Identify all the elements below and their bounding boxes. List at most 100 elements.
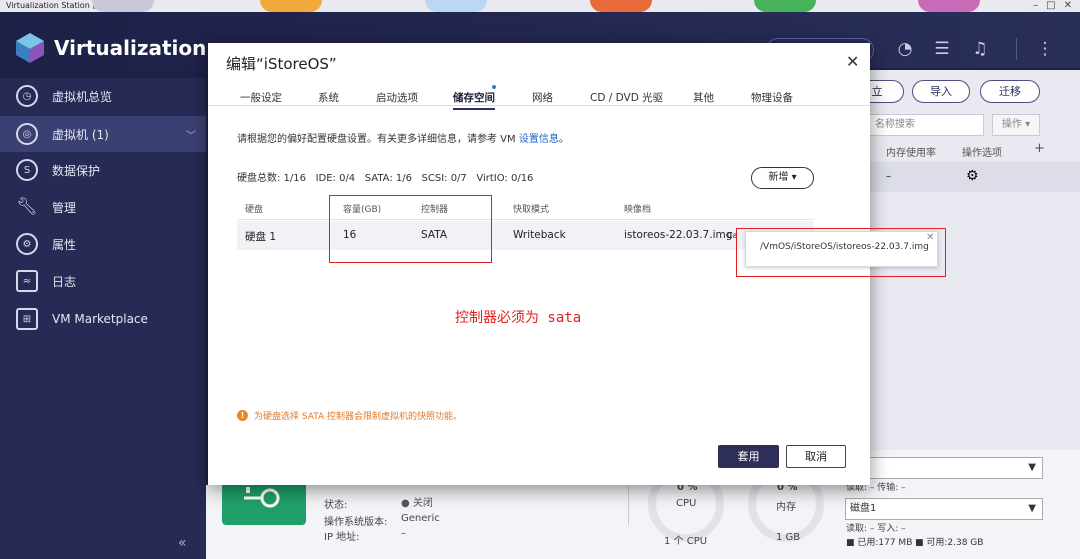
ip-value: – bbox=[401, 528, 406, 539]
dropdown-arrow-icon: ▼ bbox=[1028, 503, 1036, 514]
vm-thumbnail[interactable] bbox=[222, 479, 306, 525]
tab-system[interactable]: 系统 bbox=[318, 90, 339, 105]
disk-select[interactable]: 磁盘1 ▼ bbox=[845, 498, 1043, 520]
desktop-app-icon bbox=[425, 0, 487, 12]
cancel-button[interactable]: 取消 bbox=[786, 445, 846, 468]
sidebar-item-protection[interactable]: S 数据保护 bbox=[0, 152, 206, 188]
controller-highlight-box bbox=[329, 195, 492, 263]
import-button[interactable]: 导入 bbox=[912, 80, 970, 103]
log-icon: ≈ bbox=[16, 270, 38, 292]
sidebar-item-label: 数据保护 bbox=[52, 163, 101, 178]
sidebar-item-logs[interactable]: ≈ 日志 bbox=[0, 263, 206, 299]
desktop-app-icon bbox=[92, 0, 154, 12]
total-disk-count: 硬盘总数: 1/16 bbox=[237, 173, 307, 184]
table-divider bbox=[237, 219, 814, 220]
status-value: ● 关闭 bbox=[401, 498, 433, 509]
os-version-value: Generic bbox=[401, 513, 440, 524]
stack-icon[interactable]: ☰ bbox=[931, 38, 953, 60]
intro-end: 。 bbox=[558, 134, 569, 145]
disk-image: istoreos-22.03.7.img bbox=[624, 229, 733, 241]
sidebar-item-overview[interactable]: ◷ 虚拟机总览 bbox=[0, 78, 206, 114]
memory-gauge-label: 内存 bbox=[776, 502, 796, 513]
operation-dropdown[interactable]: 操作 ▾ bbox=[992, 114, 1040, 136]
vm-screen-icon bbox=[244, 487, 280, 508]
bell-icon[interactable]: ♫ bbox=[969, 38, 991, 60]
desktop-app-icon bbox=[754, 0, 816, 12]
memory-size: 1 GB bbox=[776, 532, 801, 543]
network-select[interactable]: 1▼ bbox=[845, 457, 1043, 479]
disk-cache-mode[interactable]: Writeback bbox=[513, 229, 566, 241]
app-title: Virtualization Station bbox=[54, 36, 214, 60]
desktop-app-icon bbox=[918, 0, 980, 12]
vm-icon: ◎ bbox=[16, 123, 38, 145]
tab-general[interactable]: 一般设定 bbox=[240, 90, 282, 105]
settings-info-link[interactable]: 设置信息 bbox=[519, 134, 559, 145]
add-disk-button[interactable]: 新增 ▾ bbox=[751, 167, 814, 189]
close-icon[interactable]: ✕ bbox=[846, 52, 859, 71]
chevron-down-icon[interactable]: ﹀ bbox=[186, 127, 196, 142]
cpu-count: 1 个 CPU bbox=[664, 536, 708, 547]
protection-icon: S bbox=[16, 159, 38, 181]
sidebar-item-vms[interactable]: ◎ 虚拟机 (1) ﹀ bbox=[0, 116, 206, 152]
dashboard-icon: ◷ bbox=[16, 85, 38, 107]
vm-table-row[interactable]: – ⚙ bbox=[838, 162, 1080, 192]
virtio-count: VirtIO: 0/16 bbox=[476, 173, 534, 184]
sidebar-item-label: 日志 bbox=[52, 274, 77, 289]
apply-button[interactable]: 套用 bbox=[718, 445, 779, 468]
gear-icon: ⚙ bbox=[16, 233, 38, 255]
tab-physical-devices[interactable]: 物理设备 bbox=[751, 90, 793, 105]
maximize-button[interactable]: □ bbox=[1046, 0, 1055, 12]
dialog-title: 编辑“iStoreOS” bbox=[226, 55, 337, 73]
available-space: ■ 可用:2.38 GB bbox=[915, 538, 984, 548]
cache-column-header: 快取模式 bbox=[513, 205, 550, 215]
image-column-header: 映像档 bbox=[624, 205, 652, 215]
sidebar-item-label: 属性 bbox=[52, 237, 77, 252]
desktop-app-icon bbox=[260, 0, 322, 12]
app-logo-icon bbox=[16, 33, 44, 63]
sata-count: SATA: 1/6 bbox=[364, 173, 412, 184]
desktop-app-icon bbox=[590, 0, 652, 12]
cpu-gauge-label: CPU bbox=[676, 498, 697, 509]
warning-text: 为硬盘选择 SATA 控制器会限制虚拟机的快照功能。 bbox=[254, 412, 463, 422]
tab-network[interactable]: 网络 bbox=[532, 90, 553, 105]
panel-divider bbox=[628, 485, 629, 525]
sata-warning: ! 为硬盘选择 SATA 控制器会限制虚拟机的快照功能。 bbox=[237, 409, 462, 422]
sidebar-item-properties[interactable]: ⚙ 属性 bbox=[0, 226, 206, 262]
scsi-count: SCSI: 0/7 bbox=[421, 173, 467, 184]
tab-cd-dvd[interactable]: CD / DVD 光驱 bbox=[590, 90, 663, 105]
status-label: 状态: bbox=[324, 500, 348, 511]
intro-text: 请根据您的偏好配置硬盘设置。有关更多详细信息，请参考 VM bbox=[237, 134, 519, 145]
tab-storage[interactable]: 储存空间 bbox=[453, 90, 495, 110]
vm-table-header: 内存使用率 操作选项 + bbox=[838, 141, 1080, 159]
storage-intro: 请根据您的偏好配置硬盘设置。有关更多详细信息，请参考 VM 设置信息。 bbox=[237, 130, 569, 145]
tab-indicator-dot bbox=[492, 85, 496, 89]
sidebar-item-label: 管理 bbox=[52, 200, 77, 215]
sidebar-item-label: VM Marketplace bbox=[52, 312, 148, 326]
os-version-label: 操作系统版本: bbox=[324, 517, 388, 528]
minimize-button[interactable]: – bbox=[1033, 0, 1038, 12]
speedometer-icon[interactable]: ◔ bbox=[894, 38, 916, 60]
sidebar-item-manage[interactable]: 🔧︎ 管理 bbox=[0, 189, 206, 225]
vm-search-input[interactable]: 名称搜索 bbox=[860, 114, 984, 136]
annotation-text: 控制器必须为 sata bbox=[455, 310, 582, 326]
close-window-button[interactable]: ✕ bbox=[1064, 0, 1072, 12]
collapse-sidebar-button[interactable]: « bbox=[178, 535, 187, 551]
migrate-button[interactable]: 迁移 bbox=[980, 80, 1040, 103]
operations-header: 操作选项 bbox=[962, 148, 1002, 159]
sidebar-item-label: 虚拟机总览 bbox=[52, 89, 113, 104]
add-column-button[interactable]: + bbox=[1034, 141, 1045, 156]
sidebar-item-label: 虚拟机 (1) bbox=[52, 127, 109, 142]
header-divider bbox=[1016, 38, 1017, 60]
settings-gear-icon[interactable]: ⚙ bbox=[966, 168, 979, 184]
tab-boot[interactable]: 启动选项 bbox=[376, 90, 418, 105]
sidebar-item-marketplace[interactable]: ⊞ VM Marketplace bbox=[0, 301, 206, 337]
memory-usage-value: – bbox=[886, 171, 891, 182]
tooltip-highlight-box bbox=[736, 228, 946, 277]
more-menu-icon[interactable]: ⋮ bbox=[1034, 38, 1056, 60]
wrench-icon: 🔧︎ bbox=[16, 197, 38, 217]
window-controls: – □ ✕ bbox=[1033, 0, 1072, 12]
dropdown-arrow-icon: ▼ bbox=[1028, 462, 1036, 473]
warning-icon: ! bbox=[237, 410, 248, 421]
store-icon: ⊞ bbox=[16, 308, 38, 330]
tab-other[interactable]: 其他 bbox=[693, 90, 714, 105]
